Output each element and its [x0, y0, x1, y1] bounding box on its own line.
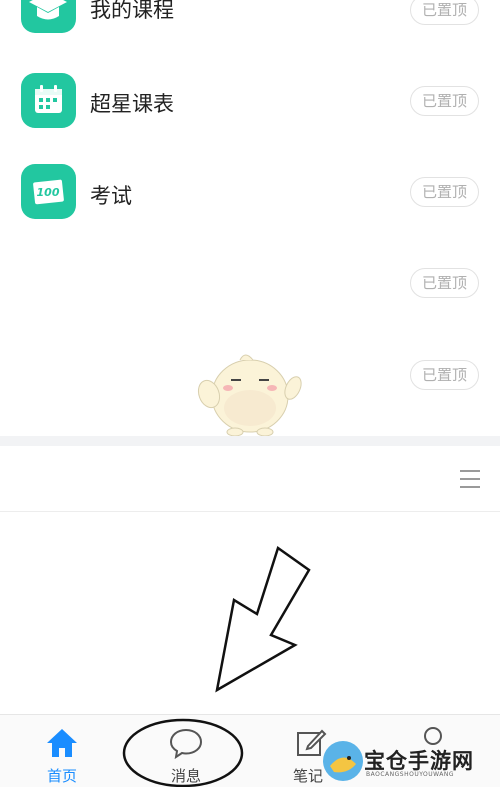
watermark-subtitle: BAOCANGSHOUYOUWANG: [366, 771, 455, 778]
graduation-cap-icon: [21, 0, 76, 33]
list-item-label: 超星课表: [90, 92, 174, 116]
pinned-button[interactable]: 已置顶: [410, 268, 479, 298]
list-item-label: 我的课程: [90, 0, 174, 22]
list-item-exam[interactable]: 100 考试 已置顶: [0, 150, 500, 242]
tab-label: 首页: [46, 767, 77, 785]
list-item-blank[interactable]: 已置顶: [0, 240, 500, 332]
svg-text:100: 100: [37, 186, 60, 199]
hamburger-menu-icon[interactable]: [460, 470, 480, 488]
watermark-logo: [323, 741, 363, 781]
annotation-circle: [122, 718, 244, 787]
tab-home[interactable]: 首页: [12, 715, 112, 787]
list-item-my-courses[interactable]: 我的课程 已置顶: [0, 0, 500, 60]
pinned-button[interactable]: 已置顶: [410, 0, 479, 25]
annotation-arrow: [215, 545, 311, 693]
section-divider: [0, 436, 500, 446]
score-100-icon: 100: [21, 164, 76, 219]
home-icon: [47, 729, 77, 757]
pinned-button[interactable]: 已置顶: [410, 86, 479, 116]
list-item-schedule[interactable]: 超星课表 已置顶: [0, 60, 500, 152]
divider: [0, 511, 500, 512]
calendar-icon: [21, 73, 76, 128]
pinned-button[interactable]: 已置顶: [410, 360, 479, 390]
list-item-label: 考试: [90, 184, 132, 208]
pinned-button[interactable]: 已置顶: [410, 177, 479, 207]
mascot-illustration: [195, 346, 305, 438]
